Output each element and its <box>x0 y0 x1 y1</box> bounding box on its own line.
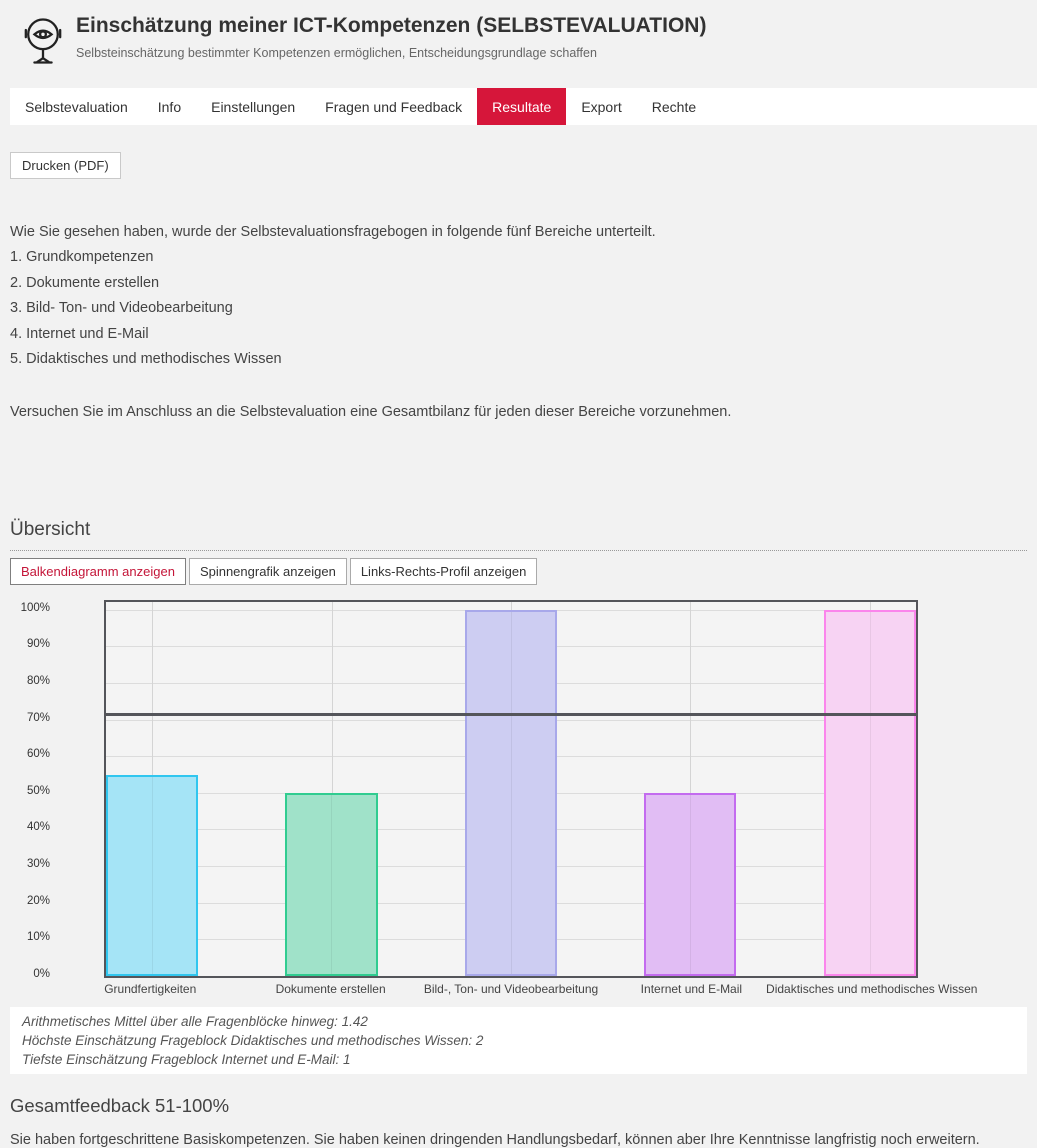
bar-inner-gridline <box>152 777 153 974</box>
page-title: Einschätzung meiner ICT-Kompetenzen (SEL… <box>76 13 706 39</box>
bar-inner-gridline <box>690 795 691 974</box>
nav-tab[interactable]: Resultate <box>477 88 566 125</box>
overview-heading: Übersicht <box>10 519 1027 551</box>
nav-tab[interactable]: Selbstevaluation <box>10 88 143 125</box>
intro-lead: Wie Sie gesehen haben, wurde der Selbste… <box>10 220 1027 245</box>
summary-line: Tiefste Einschätzung Frageblock Internet… <box>22 1050 1015 1069</box>
summary-line: Arithmetisches Mittel über alle Fragenbl… <box>22 1012 1015 1031</box>
y-tick-label: 20% <box>27 894 50 908</box>
bar-chart: 100% 90% 80% 70% 60% 50% 40% 30% 20% 10% 0% <box>10 600 1027 978</box>
y-tick-label: 100% <box>21 601 50 615</box>
feedback-text: Sie haben fortgeschrittene Basiskompeten… <box>10 1132 1027 1148</box>
x-axis-label: Internet und E-Mail <box>641 982 742 996</box>
nav-tab[interactable]: Rechte <box>637 88 711 125</box>
intro-outro: Versuchen Sie im Anschluss an die Selbst… <box>10 400 1027 425</box>
chart-view-button[interactable]: Balkendiagramm anzeigen <box>10 558 186 585</box>
print-pdf-button[interactable]: Drucken (PDF) <box>10 152 121 179</box>
x-axis-label: Grundfertigkeiten <box>104 982 196 996</box>
nav-tab[interactable]: Export <box>566 88 636 125</box>
bar-0 <box>106 775 198 976</box>
summary-box: Arithmetisches Mittel über alle Fragenbl… <box>10 1007 1027 1074</box>
bar-4 <box>824 610 916 976</box>
chart-view-switcher: Balkendiagramm anzeigenSpinnengrafik anz… <box>10 558 1027 585</box>
x-axis-label: Bild-, Ton- und Videobearbeitung <box>424 982 598 996</box>
bar-inner-gridline <box>331 795 332 974</box>
intro-area-item: 1. Grundkompetenzen <box>10 245 1027 270</box>
y-tick-label: 10% <box>27 930 50 944</box>
chart-x-axis: Grundfertigkeiten Dokumente erstellen Bild… <box>104 982 918 998</box>
nav-tab[interactable]: Einstellungen <box>196 88 310 125</box>
chart-plot-area <box>104 600 918 978</box>
app-header: Einschätzung meiner ICT-Kompetenzen (SEL… <box>0 0 1037 88</box>
bars <box>106 610 916 976</box>
intro-area-item: 3. Bild- Ton- und Videobearbeitung <box>10 296 1027 321</box>
y-tick-label: 80% <box>27 674 50 688</box>
intro-area-item: 4. Internet und E-Mail <box>10 322 1027 347</box>
nav-tab[interactable]: Fragen und Feedback <box>310 88 477 125</box>
main-nav: SelbstevaluationInfoEinstellungenFragen … <box>10 88 1037 125</box>
intro-area-item: 2. Dokumente erstellen <box>10 271 1027 296</box>
bar-inner-gridline <box>511 612 512 974</box>
y-tick-label: 50% <box>27 784 50 798</box>
bar-inner-gridline <box>870 612 871 974</box>
y-tick-label: 40% <box>27 820 50 834</box>
reference-line <box>106 713 916 716</box>
y-tick-label: 0% <box>33 967 50 981</box>
intro-area-item: 5. Didaktisches und methodisches Wissen <box>10 347 1027 372</box>
chart-y-axis: 100% 90% 80% 70% 60% 50% 40% 30% 20% 10% 0% <box>10 600 104 978</box>
page-subtitle: Selbsteinschätzung bestimmter Kompetenze… <box>76 46 706 60</box>
y-tick-label: 60% <box>27 747 50 761</box>
eye-mirror-icon <box>22 15 64 72</box>
y-tick-label: 90% <box>27 637 50 651</box>
intro-section: Wie Sie gesehen haben, wurde der Selbste… <box>10 220 1027 426</box>
nav-tab[interactable]: Info <box>143 88 196 125</box>
x-axis-label: Didaktisches und methodisches Wissen <box>766 982 977 996</box>
chart-view-button[interactable]: Spinnengrafik anzeigen <box>189 558 347 585</box>
y-tick-label: 30% <box>27 857 50 871</box>
bar-1 <box>285 793 377 976</box>
bar-2 <box>465 610 557 976</box>
y-tick-label: 70% <box>27 711 50 725</box>
x-axis-label: Dokumente erstellen <box>276 982 386 996</box>
feedback-heading: Gesamtfeedback 51-100% <box>10 1095 1027 1117</box>
bar-3 <box>644 793 736 976</box>
chart-view-button[interactable]: Links-Rechts-Profil anzeigen <box>350 558 537 585</box>
summary-line: Höchste Einschätzung Frageblock Didaktis… <box>22 1031 1015 1050</box>
